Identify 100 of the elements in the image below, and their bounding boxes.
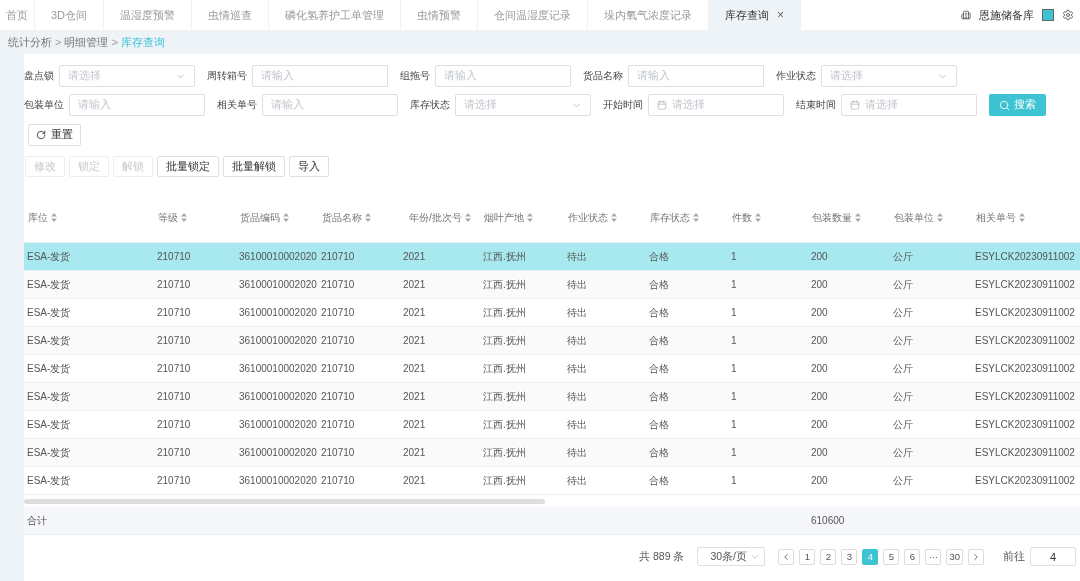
column-header[interactable]: 货品名称 [322, 210, 362, 225]
sort-icon[interactable] [181, 213, 187, 222]
table-cell-text: 200 [810, 279, 829, 290]
table-cell-text: 江西.抚州 [482, 333, 527, 348]
sort-icon[interactable] [527, 213, 533, 222]
sort-icon[interactable] [693, 213, 699, 222]
page-button[interactable]: 5 [883, 548, 900, 565]
breadcrumb-item[interactable]: 明细管理 [64, 34, 109, 50]
action-button[interactable]: 批量锁定 [157, 156, 219, 177]
table-cell-text: 1 [730, 279, 738, 290]
settings-icon[interactable] [1062, 9, 1074, 21]
sort-icon[interactable] [365, 213, 371, 222]
page-button[interactable]: 1 [799, 548, 816, 565]
page-size-select[interactable]: 30条/页 [697, 547, 766, 566]
column-header[interactable]: 等级 [158, 210, 178, 225]
sort-icon[interactable] [283, 213, 289, 222]
table-cell-text: 1 [730, 391, 738, 402]
column-header[interactable]: 包装数量 [812, 210, 852, 225]
table-cell-text: 公斤 [892, 389, 914, 404]
action-button[interactable]: 批量解锁 [223, 156, 285, 177]
table-cell-text: 待出 [566, 361, 588, 376]
sort-icon[interactable] [464, 213, 471, 222]
table-cell-text: 合格 [648, 277, 670, 292]
table-row[interactable]: ESA-发货 210710 36100010002020 210710 2021 江西.抚州 待出 合格 1 200 公斤 ESYLCK20230911002 [24, 439, 1080, 467]
table-row[interactable]: ESA-发货 210710 36100010002020 210710 2021 江西.抚州 待出 合格 1 200 公斤 ESYLCK20230911002 [24, 383, 1080, 411]
page-button[interactable]: 2 [820, 548, 837, 565]
table-cell-text: 江西.抚州 [482, 249, 527, 264]
table-row[interactable]: ESA-发货 210710 36100010002020 210710 2021 江西.抚州 待出 合格 1 200 公斤 ESYLCK20230911002 [24, 271, 1080, 299]
column-header[interactable]: 件数 [732, 210, 752, 225]
page-button[interactable]: 6 [904, 548, 921, 565]
warehouse-name[interactable]: 恩施储备库 [979, 7, 1034, 23]
column-header[interactable]: 相关单号 [976, 210, 1016, 225]
reset-button[interactable]: 重置 [28, 124, 81, 146]
table-cell-text: ESYLCK20230911002 [974, 335, 1076, 346]
table-cell-text: 36100010002020 [238, 279, 318, 290]
sort-icon[interactable] [755, 213, 761, 222]
table-cell-text: 210710 [320, 251, 356, 262]
breadcrumb-item[interactable]: 统计分析 [8, 34, 52, 50]
table-cell-text: 200 [810, 391, 829, 402]
column-header[interactable]: 货品编码 [240, 210, 280, 225]
page-button[interactable]: ··· [925, 548, 942, 565]
table-cell-text: 200 [810, 447, 829, 458]
chevron-right-icon [971, 551, 981, 562]
field-label: 库存状态 [410, 98, 450, 112]
scrollbar[interactable] [24, 498, 545, 504]
table-cell-text: 36100010002020 [238, 335, 318, 346]
table-cell-text: 江西.抚州 [482, 361, 527, 376]
sort-icon[interactable] [51, 213, 57, 222]
sort-icon[interactable] [611, 213, 617, 222]
column-header[interactable]: 包装单位 [894, 210, 934, 225]
tab[interactable]: 库存查询 × [709, 0, 802, 30]
column-header[interactable]: 库位 [28, 210, 48, 225]
table-cell-text: ESYLCK20230911002 [974, 475, 1076, 486]
breadcrumb-separator: > [55, 36, 62, 48]
table-row[interactable]: ESA-发货 210710 36100010002020 210710 2021 江西.抚州 待出 合格 1 200 公斤 ESYLCK20230911002 [24, 327, 1080, 355]
page-button[interactable]: 3 [841, 548, 858, 565]
table-cell-text: 200 [810, 307, 829, 318]
table-cell-text: 36100010002020 [238, 251, 318, 262]
table-cell-text: 210710 [156, 363, 192, 374]
column-header[interactable]: 烟叶产地 [484, 210, 524, 225]
table-cell-text: ESA-发货 [26, 389, 72, 404]
table-cell-text: ESYLCK20230911002 [974, 279, 1076, 290]
goto-page-field[interactable]: 4 [1030, 547, 1076, 566]
table-cell-text: 210710 [156, 419, 192, 430]
field-label: 盘点锁 [24, 69, 54, 83]
table-cell-text: 210710 [320, 447, 356, 458]
table-cell-text: 1 [730, 447, 738, 458]
calendar-icon [657, 100, 667, 110]
sort-icon[interactable] [937, 213, 943, 222]
page-button[interactable]: 30 [946, 548, 963, 565]
field-label: 组拖号 [400, 69, 430, 83]
previous-page-button[interactable] [778, 548, 795, 565]
next-page-button[interactable] [968, 548, 984, 565]
table-cell-text: 200 [810, 251, 829, 262]
table-row[interactable]: ESA-发货 210710 36100010002020 210710 2021 江西.抚州 待出 合格 1 200 公斤 ESYLCK20230911002 [24, 243, 1080, 271]
calendar-icon [850, 100, 860, 110]
table-cell-text: ESYLCK20230911002 [974, 251, 1076, 262]
table-cell-text: 210710 [320, 363, 356, 374]
column-header[interactable]: 年份/批次号 [409, 210, 462, 225]
column-header[interactable]: 库存状态 [650, 210, 690, 225]
total-count: 共 889 条 [639, 549, 685, 564]
column-header[interactable]: 作业状态 [568, 210, 608, 225]
table-cell-text: 200 [810, 335, 829, 346]
table-cell-text: 公斤 [892, 277, 914, 292]
table-cell-text: 公斤 [892, 305, 914, 320]
sort-icon[interactable] [1019, 213, 1025, 222]
table-cell-text: ESA-发货 [26, 417, 72, 432]
sort-icon[interactable] [855, 213, 861, 222]
table-cell-text: ESA-发货 [26, 333, 72, 348]
action-button[interactable]: 导入 [289, 156, 329, 177]
theme-swatch[interactable] [1042, 9, 1054, 21]
table-cell-text: 2021 [402, 279, 427, 290]
table-cell-text: ESYLCK20230911002 [974, 447, 1076, 458]
table-cell-text: 江西.抚州 [482, 445, 527, 460]
total-value: 610600 [811, 515, 845, 526]
table-cell-text: 公斤 [892, 417, 914, 432]
close-icon[interactable]: × [777, 8, 785, 22]
table-cell-text: ESYLCK20230911002 [974, 307, 1076, 318]
table-cell-text: ESA-发货 [26, 305, 72, 320]
field-label: 货品名称 [583, 69, 623, 83]
